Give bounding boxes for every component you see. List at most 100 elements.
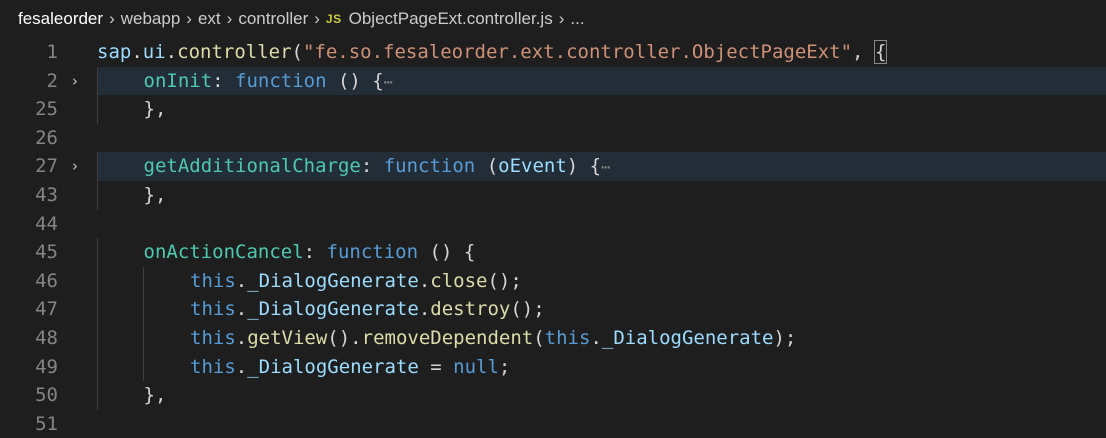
line-number: 1 bbox=[46, 41, 58, 63]
line-number: 25 bbox=[35, 98, 58, 121]
fold-chevron-icon[interactable]: › bbox=[72, 67, 88, 96]
indent-guide bbox=[97, 181, 98, 210]
code-text: onInit: function () {⋯ bbox=[144, 67, 393, 97]
code-line[interactable]: 44 bbox=[0, 210, 1106, 239]
code-token: . bbox=[418, 269, 431, 292]
code-line[interactable]: 47 this._DialogGenerate.destroy(); bbox=[0, 295, 1106, 324]
indent-guide bbox=[97, 324, 98, 353]
code-token: { bbox=[873, 40, 888, 64]
code-area: this._DialogGenerate.destroy(); bbox=[97, 295, 1106, 324]
code-token: onActionCancel bbox=[143, 241, 304, 264]
indent-guide bbox=[97, 95, 98, 124]
indent-guide bbox=[97, 266, 98, 296]
code-token: ( bbox=[533, 327, 545, 349]
code-line[interactable]: 50}, bbox=[0, 381, 1106, 410]
code-area bbox=[97, 410, 1106, 438]
code-text: sap.ui.controller("fe.so.fesaleorder.ext… bbox=[97, 38, 888, 67]
code-token: _DialogGenerate bbox=[247, 298, 419, 321]
code-token: this bbox=[544, 327, 591, 349]
indent-guide bbox=[97, 66, 98, 96]
code-token: onInit bbox=[143, 69, 213, 92]
breadcrumb-item-controller[interactable]: controller bbox=[238, 9, 308, 29]
code-line[interactable]: 27 › getAdditionalCharge: function (oEvent… bbox=[0, 152, 1106, 181]
code-text: getAdditionalCharge: function (oEvent) {… bbox=[144, 152, 611, 182]
breadcrumb-item-fesaleorder[interactable]: fesaleorder bbox=[18, 9, 103, 29]
code-token: getAdditionalCharge bbox=[143, 155, 361, 178]
code-text: this._DialogGenerate.destroy(); bbox=[190, 295, 545, 324]
code-token: . bbox=[418, 298, 431, 321]
code-area: onInit: function () {⋯ bbox=[97, 66, 1106, 97]
code-line[interactable]: 49 this._DialogGenerate = null; bbox=[0, 352, 1106, 382]
code-token: this bbox=[190, 355, 236, 378]
code-token: (). bbox=[327, 327, 362, 349]
folded-ellipsis-icon[interactable]: ⋯ bbox=[384, 73, 393, 91]
code-line[interactable]: 25}, bbox=[0, 95, 1106, 124]
code-text: }, bbox=[144, 381, 167, 410]
line-number: 43 bbox=[35, 184, 58, 206]
code-area: sap.ui.controller("fe.so.fesaleorder.ext… bbox=[97, 38, 1106, 67]
code-token: () { bbox=[418, 241, 476, 264]
breadcrumb-item-file[interactable]: ObjectPageExt.controller.js bbox=[349, 9, 553, 29]
code-token: this bbox=[190, 298, 236, 321]
folded-ellipsis-icon[interactable]: ⋯ bbox=[601, 158, 610, 176]
breadcrumb-item-webapp[interactable]: webapp bbox=[121, 9, 181, 29]
line-number: 51 bbox=[35, 412, 58, 435]
line-number: 27 bbox=[35, 155, 58, 178]
code-token: . bbox=[165, 41, 178, 63]
code-text: onActionCancel: function () { bbox=[144, 238, 476, 267]
code-token: }, bbox=[143, 98, 167, 121]
code-token: (); bbox=[510, 298, 545, 321]
line-number: 48 bbox=[35, 327, 58, 349]
code-token: destroy bbox=[430, 298, 511, 321]
code-line[interactable]: 43}, bbox=[0, 181, 1106, 210]
code-area: }, bbox=[97, 381, 1106, 410]
code-token: controller bbox=[177, 41, 292, 63]
code-text: this.getView().removeDependent(this._Dia… bbox=[190, 324, 796, 353]
code-area: }, bbox=[97, 181, 1106, 210]
line-number: 2 bbox=[46, 69, 58, 92]
chevron-right-icon: › bbox=[109, 9, 115, 28]
code-token: _DialogGenerate bbox=[247, 269, 419, 292]
code-token: ( bbox=[475, 155, 499, 178]
code-line[interactable]: 1 sap.ui.controller("fe.so.fesaleorder.ex… bbox=[0, 38, 1106, 67]
code-line[interactable]: 45 onActionCancel: function () { bbox=[0, 238, 1106, 267]
code-text: this._DialogGenerate.close(); bbox=[190, 267, 522, 296]
line-number: 26 bbox=[35, 126, 58, 149]
code-line[interactable]: 48 this.getView().removeDependent(this._D… bbox=[0, 324, 1106, 353]
code-token: = bbox=[418, 355, 454, 378]
chevron-right-icon: › bbox=[186, 9, 192, 28]
code-area bbox=[97, 210, 1106, 239]
code-token: . bbox=[235, 327, 248, 349]
code-token: ); bbox=[773, 327, 797, 349]
code-line[interactable]: 2 › onInit: function () {⋯ bbox=[0, 66, 1106, 97]
code-area bbox=[97, 124, 1106, 153]
line-number: 44 bbox=[35, 212, 58, 235]
code-token: oEvent bbox=[498, 155, 567, 178]
line-number: 45 bbox=[35, 241, 58, 264]
code-token: _DialogGenerate bbox=[601, 327, 774, 349]
code-line[interactable]: 26 bbox=[0, 124, 1106, 153]
javascript-file-icon: JS bbox=[325, 12, 342, 26]
breadcrumb-more[interactable]: ... bbox=[570, 9, 584, 29]
code-token: ui bbox=[142, 41, 166, 63]
indent-guide bbox=[97, 381, 98, 410]
code-token: . bbox=[590, 327, 602, 349]
indent-guide bbox=[97, 295, 98, 324]
code-line[interactable]: 51 bbox=[0, 410, 1106, 438]
code-token: : bbox=[360, 155, 384, 178]
code-token: null bbox=[453, 355, 499, 378]
code-token: sap bbox=[97, 41, 132, 63]
code-token: . bbox=[235, 298, 248, 321]
code-token: this bbox=[190, 269, 236, 292]
code-token: function bbox=[383, 155, 476, 178]
fold-chevron-icon[interactable]: › bbox=[72, 152, 88, 181]
breadcrumb-item-ext[interactable]: ext bbox=[198, 9, 221, 29]
code-token: () { bbox=[326, 69, 384, 92]
code-editor[interactable]: 1 sap.ui.controller("fe.so.fesaleorder.ex… bbox=[0, 38, 1106, 435]
line-number: 49 bbox=[35, 355, 58, 378]
indent-guide bbox=[143, 324, 144, 353]
code-area: this.getView().removeDependent(this._Dia… bbox=[97, 324, 1106, 353]
code-token: this bbox=[190, 327, 236, 349]
code-area: this._DialogGenerate.close(); bbox=[97, 266, 1106, 296]
code-line[interactable]: 46 this._DialogGenerate.close(); bbox=[0, 266, 1106, 296]
